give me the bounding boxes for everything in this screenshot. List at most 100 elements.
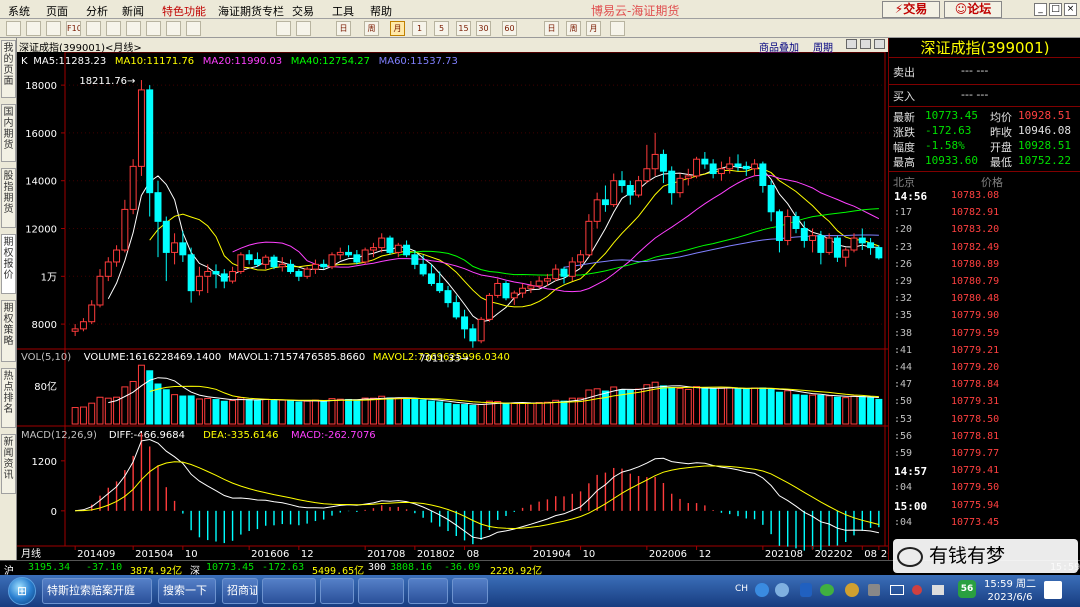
toolbar-m5-icon[interactable]: 5 (434, 21, 449, 36)
toolbar-list-icon[interactable] (276, 21, 291, 36)
chart-expand-icon[interactable] (874, 39, 885, 49)
window-close-icon[interactable]: × (1064, 3, 1077, 16)
side-tab-2[interactable]: 股指期货 (1, 168, 16, 228)
alert-icon[interactable] (912, 585, 922, 595)
badge-count[interactable]: 56 (958, 580, 976, 598)
taskbar-app-3[interactable] (262, 578, 316, 604)
tick-price: 10780.89 (951, 258, 1000, 270)
toolbar-zoom-icon[interactable] (106, 21, 121, 36)
system-clock[interactable]: 15:59 周二 2023/6/6 (984, 578, 1036, 604)
toolbar-f10-icon[interactable]: F10 (66, 21, 81, 36)
volume-bar (369, 397, 377, 425)
shield-icon[interactable] (800, 583, 812, 597)
menu-item-6[interactable]: 交易 (292, 3, 314, 19)
side-tab-6[interactable]: 新闻资讯 (1, 434, 16, 494)
menu-item-4[interactable]: 特色功能 (162, 3, 206, 19)
side-tab-1[interactable]: 国内期货 (1, 104, 16, 162)
volume-bar (850, 395, 858, 425)
start-button[interactable]: ⊞ (8, 577, 36, 605)
toolbar-home-icon[interactable] (6, 21, 21, 36)
toolbar-alert-icon[interactable] (146, 21, 161, 36)
volume-bar (552, 399, 560, 425)
tick-time: :56 (894, 430, 913, 442)
toolbar-w-icon[interactable]: 周 (566, 21, 581, 36)
taskbar-app-7[interactable] (452, 578, 488, 604)
toolbar-m60-icon[interactable]: 60 (502, 21, 517, 36)
toolbar-calc-icon[interactable] (296, 21, 311, 36)
wechat-tray-icon[interactable] (820, 584, 834, 596)
sell-value: --- --- (961, 64, 989, 77)
volume-bar (179, 395, 187, 425)
tick-price: 10782.49 (951, 241, 1000, 253)
toolbar-fwd-icon[interactable] (46, 21, 61, 36)
toolbar-note-icon[interactable] (610, 21, 625, 36)
volume-bar (345, 398, 353, 425)
tick-time: :50 (894, 396, 913, 408)
tick-row: :53 10778.50 (889, 414, 1080, 431)
volume-bar (784, 390, 792, 425)
tick-price: 10778.50 (951, 413, 1000, 425)
toolbar-m-icon[interactable]: 月 (586, 21, 601, 36)
toolbar-tools-icon[interactable] (166, 21, 181, 36)
candle-body (817, 235, 825, 253)
dea-line (75, 461, 880, 530)
toolbar-search-icon[interactable] (86, 21, 101, 36)
menu-item-3[interactable]: 新闻 (122, 3, 144, 19)
chart-prev-icon[interactable] (846, 39, 857, 49)
taskbar-app-4[interactable] (320, 578, 354, 604)
toolbar-day-icon[interactable]: 日 (336, 21, 351, 36)
menu-item-5[interactable]: 海证期货专栏 (218, 3, 284, 19)
toolbar-m30-icon[interactable]: 30 (476, 21, 491, 36)
candle-body (229, 271, 237, 282)
tray-app-icon[interactable] (755, 583, 769, 597)
side-tab-0[interactable]: 我的页面 (1, 40, 16, 98)
tray-app2-icon[interactable] (845, 583, 859, 597)
side-tab-4[interactable]: 期权策略 (1, 300, 16, 362)
taskbar-app-2[interactable]: 招商证券 (222, 578, 258, 604)
tray-app3-icon[interactable] (868, 584, 880, 596)
tray-help-icon[interactable] (775, 583, 789, 597)
candle-body (137, 89, 145, 167)
menu-item-2[interactable]: 分析 (86, 3, 108, 19)
toolbar-grid-icon[interactable] (186, 21, 201, 36)
taskbar-app-1[interactable]: 搜索一下 (158, 578, 216, 604)
window-max-icon[interactable]: □ (1049, 3, 1062, 16)
menu-item-8[interactable]: 帮助 (370, 3, 392, 19)
chart-next-icon[interactable] (860, 39, 871, 49)
volume-bar (295, 401, 303, 425)
menu-item-0[interactable]: 系统 (8, 3, 30, 19)
toolbar-m1-icon[interactable]: 1 (412, 21, 427, 36)
candle-body (552, 268, 560, 280)
toolbar-m15-icon[interactable]: 15 (456, 21, 471, 36)
toolbar-month-icon[interactable]: 月 (390, 21, 405, 36)
kline-chart-svg[interactable]: 180001600014000120001万8000K MA5:11283.23 M… (17, 52, 888, 560)
window-min-icon[interactable]: _ (1034, 3, 1047, 16)
toolbar: F10 日周月 1 5 15 30 60 日周月 (0, 19, 1080, 38)
taskbar-app-6[interactable] (408, 578, 448, 604)
menu-item-1[interactable]: 页面 (46, 3, 68, 19)
language-indicator[interactable]: CH (735, 584, 748, 594)
tick-row: :35 10779.90 (889, 310, 1080, 327)
trade-button[interactable]: ⚡交易 (882, 1, 940, 18)
ma-legend-item: MA5:11283.23 (33, 56, 106, 67)
candle-body (726, 163, 734, 170)
display-icon[interactable] (932, 585, 944, 595)
taskbar-app-5[interactable] (358, 578, 404, 604)
volume-bar (817, 394, 825, 425)
toolbar-d-icon[interactable]: 日 (544, 21, 559, 36)
volume-bar (303, 400, 311, 425)
side-tab-3[interactable]: 期权报价 (1, 234, 16, 294)
toolbar-info-icon[interactable] (126, 21, 141, 36)
tick-price: 10779.31 (951, 396, 1000, 408)
status-item: -172.63 (262, 562, 305, 573)
status-item: 10773.45 (206, 562, 255, 573)
toolbar-back-icon[interactable] (26, 21, 41, 36)
notification-icon[interactable] (1044, 581, 1062, 599)
forum-button[interactable]: ☺论坛 (944, 1, 1002, 18)
app-title: 博易云-海证期货 (591, 4, 680, 18)
toolbar-week-icon[interactable]: 周 (364, 21, 379, 36)
network-icon[interactable] (890, 585, 904, 595)
side-tab-5[interactable]: 热点排名 (1, 368, 16, 428)
menu-item-7[interactable]: 工具 (332, 3, 354, 19)
taskbar-app-0[interactable]: 特斯拉索赔案开庭 (42, 578, 152, 604)
